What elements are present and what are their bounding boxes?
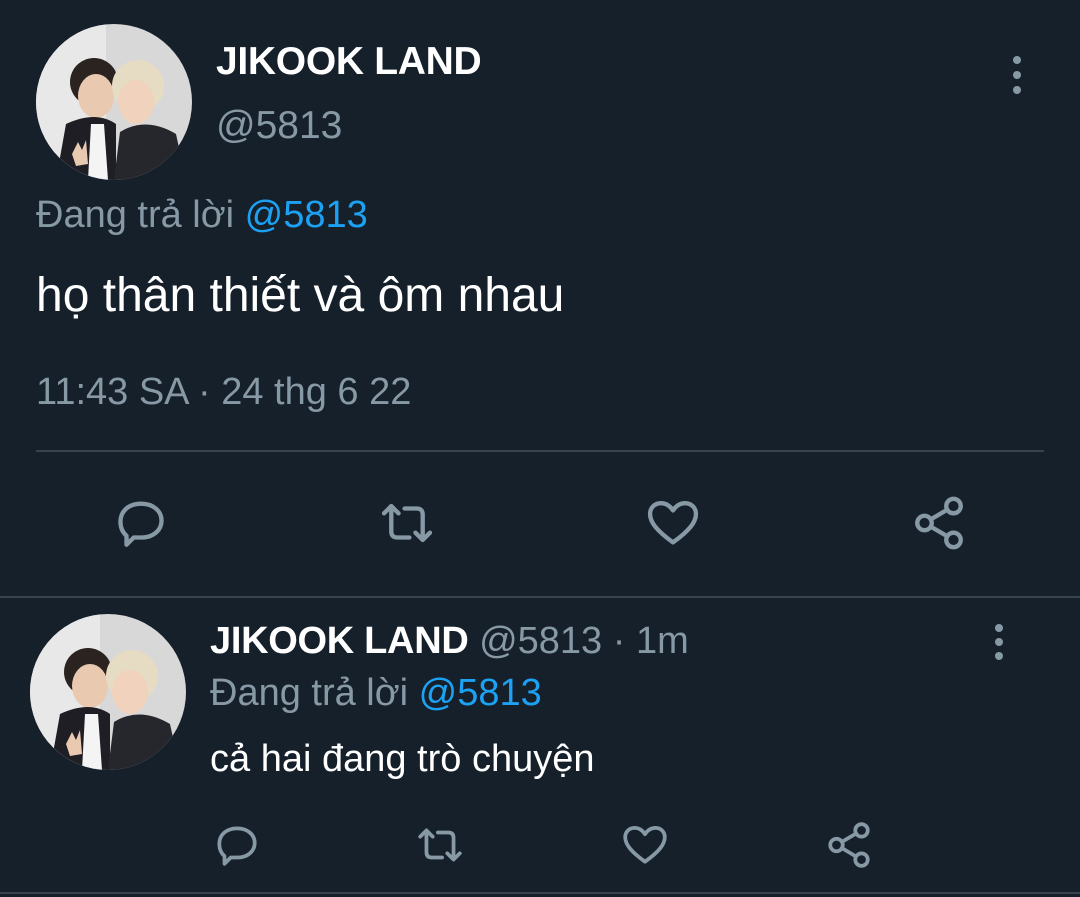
retweet-button[interactable] — [372, 490, 442, 556]
retweet-icon — [418, 828, 462, 862]
mention-link[interactable]: @5813 — [419, 672, 542, 714]
divider — [36, 450, 1044, 452]
mention-link[interactable]: @5813 — [245, 194, 368, 236]
share-icon — [828, 822, 870, 868]
tweet-text: cả hai đang trò chuyện — [210, 738, 595, 780]
tweet-age[interactable]: 1m — [636, 620, 689, 662]
reply-header: JIKOOK LAND @5813 · 1m — [210, 620, 689, 663]
reply-button[interactable] — [212, 820, 262, 870]
user-handle[interactable]: @5813 — [479, 620, 602, 662]
replying-prefix: Đang trả lời — [210, 672, 409, 714]
more-options-icon[interactable] — [984, 624, 1014, 660]
more-options-icon[interactable] — [1002, 56, 1032, 94]
tweet-separator — [0, 596, 1080, 598]
like-icon — [647, 501, 699, 545]
tweet-timestamp[interactable]: 11:43 SA · 24 thg 6 22 — [36, 371, 411, 414]
retweet-icon — [381, 503, 433, 543]
main-tweet: JIKOOK LAND @5813 Đang trả lời @5813 họ … — [0, 0, 1080, 597]
like-icon — [623, 826, 667, 864]
reply-icon — [118, 501, 164, 547]
replying-to: Đang trả lời @5813 — [36, 194, 368, 237]
avatar[interactable] — [30, 614, 186, 770]
replying-prefix: Đang trả lời — [36, 194, 235, 236]
retweet-button[interactable] — [412, 820, 468, 870]
replying-to: Đang trả lời @5813 — [210, 672, 542, 715]
tweet-text: họ thân thiết và ôm nhau — [36, 269, 565, 322]
like-button[interactable] — [618, 820, 672, 870]
like-button[interactable] — [640, 490, 706, 556]
reply-button[interactable] — [108, 490, 174, 556]
meta-separator: · — [612, 620, 626, 662]
avatar[interactable] — [36, 24, 192, 180]
display-name[interactable]: JIKOOK LAND — [216, 40, 482, 84]
display-name[interactable]: JIKOOK LAND — [210, 620, 469, 662]
divider — [0, 892, 1080, 894]
share-icon — [915, 496, 963, 550]
share-button[interactable] — [824, 820, 874, 870]
share-button[interactable] — [906, 490, 972, 556]
user-handle[interactable]: @5813 — [216, 104, 342, 148]
reply-icon — [217, 826, 257, 866]
